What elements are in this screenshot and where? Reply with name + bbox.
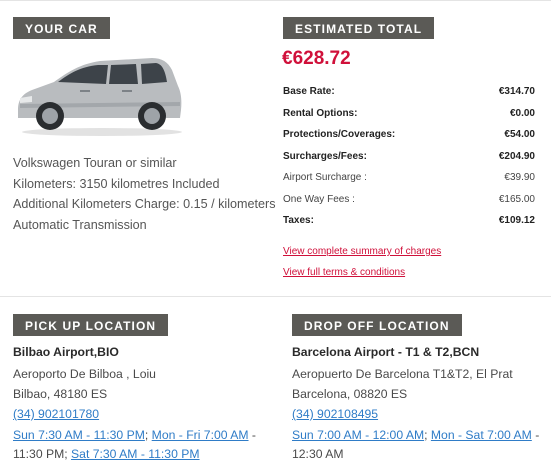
charge-label: Taxes:: [283, 215, 314, 226]
pickup-hours-link[interactable]: Sat 7:30 AM - 11:30 PM: [71, 447, 200, 461]
pickup-phone-link[interactable]: (34) 902101780: [13, 407, 99, 421]
pickup-location-tag: PICK UP LOCATION: [13, 314, 169, 336]
pickup-location: Bilbao Airport,BIO Aeroporto De Bilboa ,…: [13, 344, 273, 463]
dropoff-hours-link[interactable]: Sun 7:00 AM - 12:00 AM: [292, 428, 424, 442]
charge-row: One Way Fees : €165.00: [283, 189, 535, 211]
dropoff-phone-link[interactable]: (34) 902108495: [292, 407, 378, 421]
dropoff-hours: Sun 7:00 AM - 12:00 AM; Mon - Sat 7:00 A…: [292, 426, 551, 463]
charge-value: €0.00: [509, 107, 535, 119]
charge-value: €109.12: [498, 215, 535, 226]
dropoff-hours-link[interactable]: Mon - Sat 7:00 AM: [431, 428, 532, 442]
dropoff-address-line2: Barcelona, 08820 ES: [292, 387, 408, 401]
charge-value: €165.00: [498, 193, 535, 205]
charge-row: Base Rate: €314.70: [283, 81, 535, 103]
estimated-total-tag: ESTIMATED TOTAL: [283, 17, 435, 39]
charges-list: Base Rate: €314.70 Rental Options: €0.00 Pro…: [283, 81, 535, 232]
charge-label: Rental Options:: [283, 107, 358, 119]
pickup-address-line2: Bilbao, 48180 ES: [13, 387, 108, 401]
charge-value: €39.90: [504, 172, 535, 183]
car-details: Volkswagen Touran or similar Kilometers:…: [13, 153, 283, 235]
charge-row: Taxes: €109.12: [283, 210, 535, 232]
charge-row: Protections/Coverages: €54.00: [283, 124, 535, 146]
total-price: €628.72: [282, 48, 351, 69]
terms-conditions-link[interactable]: View full terms & conditions: [283, 267, 405, 278]
charge-row: Airport Surcharge : €39.90: [283, 167, 535, 189]
pickup-name: Bilbao Airport,BIO: [13, 345, 119, 359]
charge-value: €204.90: [498, 150, 535, 162]
charge-value: €54.00: [504, 129, 535, 140]
charge-label: One Way Fees :: [283, 193, 355, 205]
charge-label: Surcharges/Fees:: [283, 150, 367, 162]
pickup-hours-separator: ;: [144, 428, 152, 442]
dropoff-name: Barcelona Airport - T1 & T2,BCN: [292, 345, 480, 359]
dropoff-location: Barcelona Airport - T1 & T2,BCN Aeropuer…: [292, 344, 551, 463]
car-image: [18, 58, 182, 136]
charge-label: Protections/Coverages:: [283, 129, 396, 140]
charge-row: Surcharges/Fees: €204.90: [283, 146, 535, 168]
car-additional-km: Additional Kilometers Charge: 0.15 / kil…: [13, 197, 276, 211]
charge-label: Base Rate:: [283, 86, 335, 97]
charge-value: €314.70: [498, 86, 535, 97]
car-kilometers: Kilometers: 3150 kilometres Included: [13, 176, 220, 191]
charge-row: Rental Options: €0.00: [283, 103, 535, 125]
pickup-hours-link[interactable]: Sun 7:30 AM - 11:30 PM: [13, 428, 145, 442]
section-divider: [0, 296, 551, 297]
charge-label: Airport Surcharge :: [283, 172, 367, 183]
pickup-hours-link[interactable]: Mon - Fri 7:00 AM: [152, 428, 249, 442]
your-car-tag: YOUR CAR: [13, 17, 110, 39]
car-model: Volkswagen Touran or similar: [13, 156, 177, 170]
car-transmission: Automatic Transmission: [13, 217, 147, 232]
dropoff-hours-separator: ;: [424, 428, 431, 442]
dropoff-address-line1: Aeropuerto De Barcelona T1&T2, El Prat: [292, 367, 513, 381]
pickup-address-line1: Aeroporto De Bilboa , Loiu: [13, 367, 156, 381]
top-divider: [0, 0, 551, 1]
dropoff-location-tag: DROP OFF LOCATION: [292, 314, 462, 336]
summary-of-charges-link[interactable]: View complete summary of charges: [283, 246, 441, 257]
pickup-hours: Sun 7:30 AM - 11:30 PM; Mon - Fri 7:00 A…: [13, 426, 273, 463]
